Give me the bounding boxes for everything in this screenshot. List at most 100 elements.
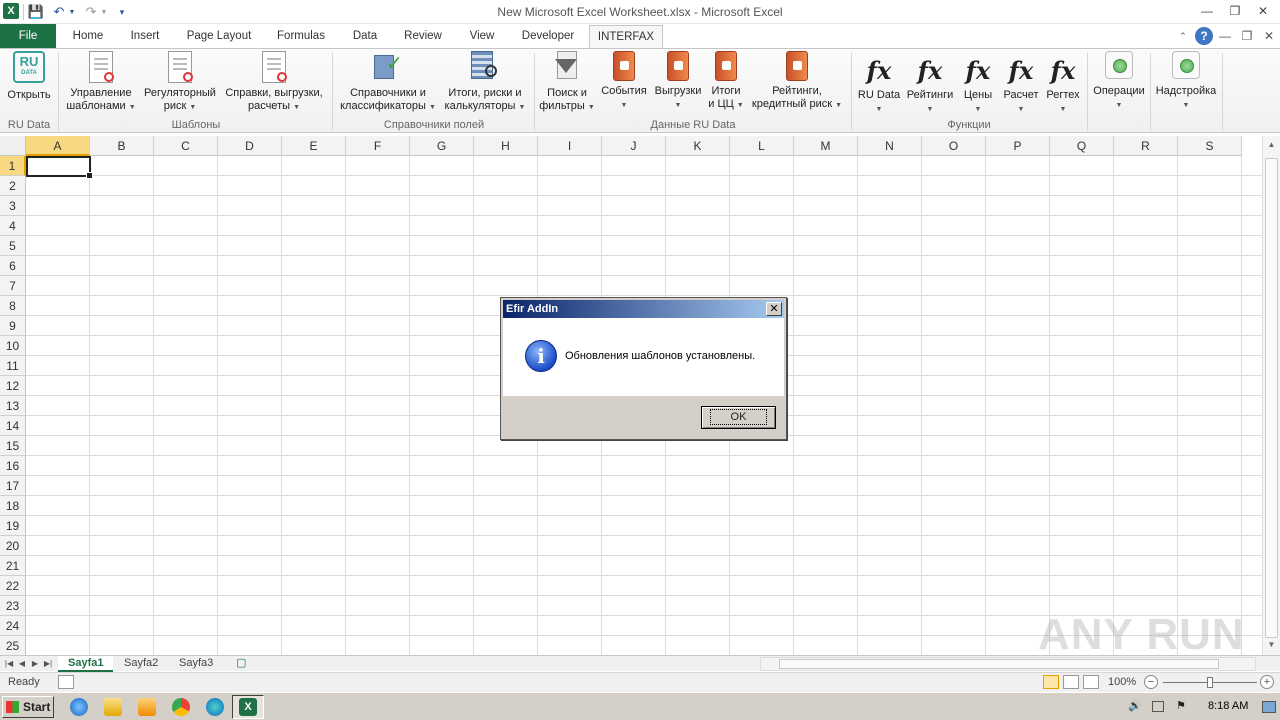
row-header-21[interactable]: 21	[0, 556, 26, 576]
macro-record-icon[interactable]	[58, 675, 74, 689]
media-player-icon[interactable]	[138, 698, 156, 716]
workbook-close-icon[interactable]: ✕	[1260, 27, 1278, 45]
tab-formulas[interactable]: Formulas	[268, 24, 334, 48]
totals-calculators-button[interactable]: Итоги, риски и калькуляторы ▼	[440, 51, 530, 114]
tab-review[interactable]: Review	[396, 24, 450, 48]
column-header-n[interactable]: N	[858, 136, 922, 156]
tab-data[interactable]: Data	[344, 24, 386, 48]
open-button[interactable]: RU DATA Открыть	[4, 51, 54, 102]
column-header-s[interactable]: S	[1178, 136, 1242, 156]
ok-button[interactable]: OK	[701, 406, 776, 429]
page-break-view-icon[interactable]	[1083, 675, 1099, 689]
row-header-2[interactable]: 2	[0, 176, 26, 196]
collapse-ribbon-icon[interactable]: ⌃	[1174, 27, 1192, 45]
row-header-3[interactable]: 3	[0, 196, 26, 216]
row-header-7[interactable]: 7	[0, 276, 26, 296]
sheet-tab-sayfa3[interactable]: Sayfa3	[169, 656, 223, 672]
row-header-23[interactable]: 23	[0, 596, 26, 616]
tab-interfax[interactable]: INTERFAX	[589, 25, 663, 49]
fx-prices-button[interactable]: fx Цены ▼	[958, 51, 998, 116]
tab-page-layout[interactable]: Page Layout	[180, 24, 258, 48]
column-header-d[interactable]: D	[218, 136, 282, 156]
explorer-folder-icon[interactable]	[104, 698, 122, 716]
reports-exports-button[interactable]: Справки, выгрузки, расчеты ▼	[221, 51, 327, 114]
column-header-k[interactable]: K	[666, 136, 730, 156]
manage-templates-button[interactable]: Управление шаблонами ▼	[64, 51, 138, 114]
tab-file[interactable]: File	[0, 24, 56, 48]
column-header-c[interactable]: C	[154, 136, 218, 156]
vertical-scroll-thumb[interactable]	[1265, 158, 1278, 638]
excel-taskbar-button[interactable]: X	[232, 695, 264, 719]
tab-insert[interactable]: Insert	[122, 24, 168, 48]
tab-view[interactable]: View	[460, 24, 504, 48]
horizontal-scrollbar[interactable]	[760, 657, 1256, 671]
exports-button[interactable]: Выгрузки ▼	[650, 51, 706, 112]
vertical-scrollbar[interactable]: ▲ ▼	[1262, 136, 1280, 655]
column-header-b[interactable]: B	[90, 136, 154, 156]
select-all-corner[interactable]	[0, 136, 26, 156]
column-header-p[interactable]: P	[986, 136, 1050, 156]
workbook-minimize-icon[interactable]: —	[1216, 27, 1234, 45]
tab-home[interactable]: Home	[64, 24, 112, 48]
row-header-1[interactable]: 1	[0, 156, 26, 176]
tab-developer[interactable]: Developer	[514, 24, 582, 48]
sheet-tab-sayfa1[interactable]: Sayfa1	[58, 656, 114, 672]
fx-ratings-button[interactable]: fx Рейтинги ▼	[903, 51, 957, 116]
totals-cc-button[interactable]: Итоги и ЦЦ ▼	[706, 51, 746, 112]
minimize-icon[interactable]: —	[1196, 2, 1218, 20]
row-header-6[interactable]: 6	[0, 256, 26, 276]
scroll-up-icon[interactable]: ▲	[1263, 136, 1280, 153]
fx-calculation-button[interactable]: fx Расчет ▼	[1000, 51, 1042, 116]
insert-sheet-icon[interactable]: ▢	[226, 656, 256, 672]
column-header-l[interactable]: L	[730, 136, 794, 156]
sheet-tab-sayfa2[interactable]: Sayfa2	[114, 656, 168, 672]
operations-button[interactable]: Операции ▼	[1090, 51, 1148, 112]
row-header-16[interactable]: 16	[0, 456, 26, 476]
show-desktop-icon[interactable]	[1262, 701, 1276, 713]
last-sheet-icon[interactable]: ▶|	[42, 657, 54, 671]
column-header-e[interactable]: E	[282, 136, 346, 156]
scroll-down-icon[interactable]: ▼	[1263, 636, 1280, 653]
column-header-q[interactable]: Q	[1050, 136, 1114, 156]
fx-ru-data-button[interactable]: fx RU Data ▼	[855, 51, 903, 116]
regulatory-risk-button[interactable]: Регуляторный риск ▼	[141, 51, 219, 114]
row-header-4[interactable]: 4	[0, 216, 26, 236]
row-header-12[interactable]: 12	[0, 376, 26, 396]
normal-view-icon[interactable]	[1043, 675, 1059, 689]
ratings-credit-risk-button[interactable]: Рейтинги, кредитный риск ▼	[746, 51, 848, 112]
row-header-8[interactable]: 8	[0, 296, 26, 316]
column-header-j[interactable]: J	[602, 136, 666, 156]
column-header-i[interactable]: I	[538, 136, 602, 156]
settings-button[interactable]: Надстройка ▼	[1153, 51, 1219, 112]
volume-icon[interactable]: 🔊	[1128, 699, 1142, 713]
row-header-9[interactable]: 9	[0, 316, 26, 336]
network-icon[interactable]	[1152, 701, 1164, 712]
zoom-in-icon[interactable]: +	[1260, 675, 1274, 689]
row-header-18[interactable]: 18	[0, 496, 26, 516]
active-cell-a1[interactable]	[26, 156, 93, 179]
chrome-icon[interactable]	[172, 698, 190, 716]
first-sheet-icon[interactable]: |◀	[3, 657, 15, 671]
zoom-level[interactable]: 100%	[1108, 676, 1136, 688]
help-icon[interactable]: ?	[1195, 27, 1213, 45]
horizontal-scroll-thumb[interactable]	[779, 659, 1219, 669]
ie-icon[interactable]	[70, 698, 88, 716]
search-filters-button[interactable]: Поиск и фильтры ▼	[537, 51, 597, 114]
prev-sheet-icon[interactable]: ◀	[16, 657, 28, 671]
workbook-restore-icon[interactable]: ❐	[1238, 27, 1256, 45]
row-header-14[interactable]: 14	[0, 416, 26, 436]
fx-regtech-button[interactable]: fx Регтех ▼	[1043, 51, 1083, 116]
row-header-10[interactable]: 10	[0, 336, 26, 356]
edge-icon[interactable]	[206, 698, 224, 716]
row-header-11[interactable]: 11	[0, 356, 26, 376]
row-header-25[interactable]: 25	[0, 636, 26, 655]
close-window-icon[interactable]: ✕	[1252, 2, 1274, 20]
column-header-r[interactable]: R	[1114, 136, 1178, 156]
next-sheet-icon[interactable]: ▶	[29, 657, 41, 671]
events-button[interactable]: События ▼	[598, 51, 650, 112]
column-header-o[interactable]: O	[922, 136, 986, 156]
row-header-19[interactable]: 19	[0, 516, 26, 536]
dictionaries-button[interactable]: ✓ Справочники и классификаторы ▼	[338, 51, 438, 114]
row-header-15[interactable]: 15	[0, 436, 26, 456]
start-button[interactable]: Start	[2, 696, 54, 718]
